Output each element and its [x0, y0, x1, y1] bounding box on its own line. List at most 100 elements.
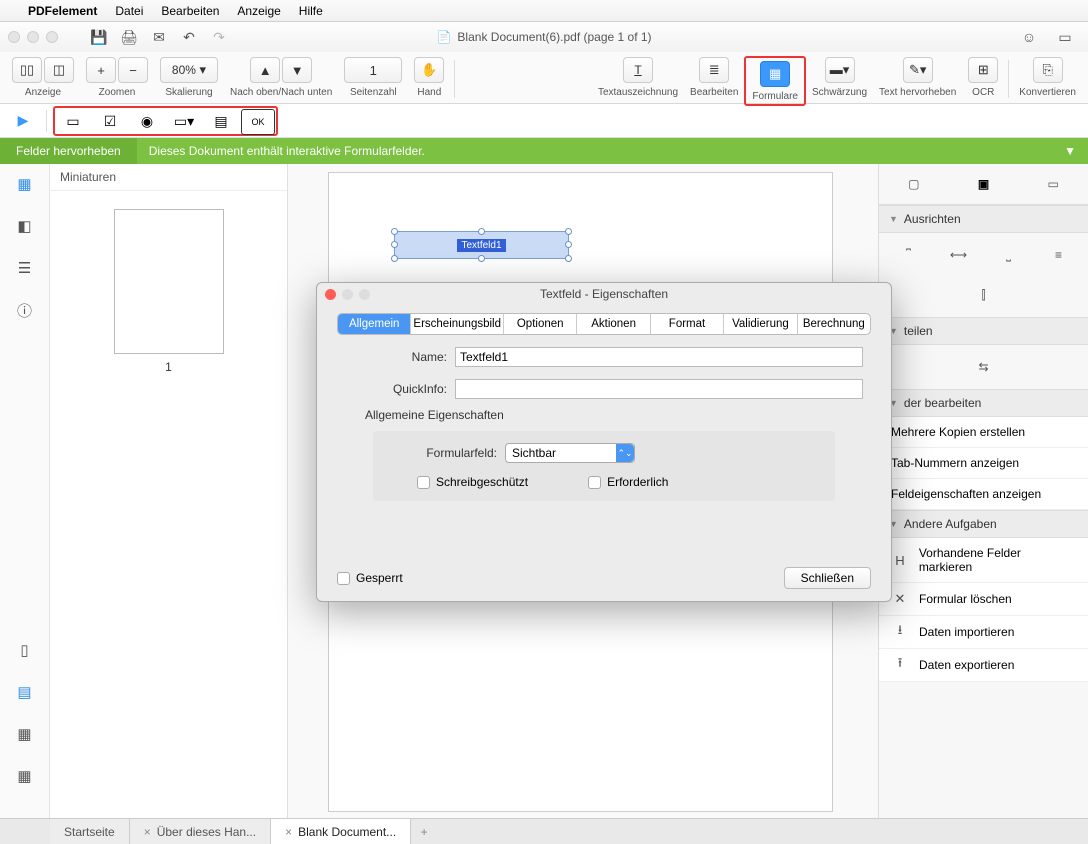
thumbnails-icon[interactable]: ▦ — [15, 174, 35, 194]
item-formular-loeschen[interactable]: ✕Formular löschen — [879, 583, 1088, 616]
view-sidebar-button[interactable]: ◫ — [44, 57, 74, 83]
item-mehrere-kopien[interactable]: Mehrere Kopien erstellen — [879, 417, 1088, 448]
resize-handle[interactable] — [565, 255, 572, 262]
menu-datei[interactable]: Datei — [115, 4, 143, 18]
user-icon[interactable]: ☺ — [1015, 26, 1043, 48]
section-ausrichten[interactable]: ▼Ausrichten — [879, 205, 1088, 233]
tab-aktionen[interactable]: Aktionen — [577, 314, 650, 334]
dialog-titlebar[interactable]: Textfeld - Eigenschaften — [317, 283, 891, 305]
combobox-tool-icon[interactable]: ▭▾ — [167, 109, 201, 135]
label-anzeige: Anzeige — [25, 87, 61, 98]
formularfeld-select[interactable]: Sichtbar ⌃⌄ — [505, 443, 635, 463]
resize-handle[interactable] — [391, 241, 398, 248]
listbox-tool-icon[interactable]: ▤ — [204, 109, 238, 135]
outline-icon[interactable]: ☰ — [15, 258, 35, 278]
resize-handle[interactable] — [478, 228, 485, 235]
view-single-button[interactable]: ▯▯ — [12, 57, 42, 83]
align-bottom-icon[interactable]: ⎵ — [999, 245, 1019, 265]
item-tab-nummern[interactable]: Tab-Nummern anzeigen — [879, 448, 1088, 479]
menu-bearbeiten[interactable]: Bearbeiten — [161, 4, 219, 18]
panel-tab1-icon[interactable]: ▢ — [904, 174, 924, 194]
distribute-icon[interactable]: ⇆ — [974, 357, 994, 377]
dialog-window-controls[interactable] — [325, 289, 370, 300]
undo-icon[interactable]: ↶ — [175, 26, 203, 48]
stamp-icon[interactable]: ▦ — [15, 766, 35, 786]
tab-erscheinungsbild[interactable]: Erscheinungsbild — [411, 314, 504, 334]
mail-icon[interactable]: ✉ — [145, 26, 173, 48]
tab-berechnung[interactable]: Berechnung — [798, 314, 870, 334]
schreibgeschuetzt-checkbox[interactable]: Schreibgeschützt — [417, 475, 528, 489]
text-annotation-button[interactable]: T — [623, 57, 653, 83]
tab-ueber[interactable]: ×Über dieses Han... — [130, 819, 271, 844]
panel-tab3-icon[interactable]: ▭ — [1043, 174, 1063, 194]
align-middle-icon[interactable]: ⟷ — [949, 245, 969, 265]
grid-icon[interactable]: ▦ — [15, 724, 35, 744]
textfield-tool-icon[interactable]: ▭ — [56, 109, 90, 135]
ocr-button[interactable]: ⊞ — [968, 57, 998, 83]
formulare-button[interactable]: ▦ — [760, 61, 790, 87]
highlight-fields-button[interactable]: Felder hervorheben — [0, 138, 137, 164]
close-tab-icon[interactable]: × — [144, 825, 151, 839]
label-bearbeiten: Bearbeiten — [690, 87, 738, 98]
item-daten-importieren[interactable]: ⭳Daten importieren — [879, 616, 1088, 649]
tab-startseite[interactable]: Startseite — [50, 819, 130, 844]
panel-tab2-icon[interactable]: ▣ — [973, 174, 993, 194]
button-tool-icon[interactable]: OK — [241, 109, 275, 135]
redaction-button[interactable]: ▬▾ — [825, 57, 855, 83]
page-up-button[interactable]: ▲ — [250, 57, 280, 83]
item-vorhandene-felder[interactable]: HVorhandene Felder markieren — [879, 538, 1088, 583]
page-thumbnail[interactable] — [114, 209, 224, 354]
redo-icon[interactable]: ↷ — [205, 26, 233, 48]
tab-format[interactable]: Format — [651, 314, 724, 334]
tab-allgemein[interactable]: Allgemein — [338, 314, 411, 334]
tab-blank-document[interactable]: ×Blank Document... — [271, 819, 411, 844]
print-icon[interactable]: 🖨 — [115, 26, 143, 48]
checkbox-tool-icon[interactable]: ☑ — [93, 109, 127, 135]
section-felder[interactable]: ▼der bearbeiten — [879, 389, 1088, 417]
erforderlich-checkbox[interactable]: Erforderlich — [588, 475, 668, 489]
edit-button[interactable]: ≣ — [699, 57, 729, 83]
bookmarks-icon[interactable]: ◧ — [15, 216, 35, 236]
tab-optionen[interactable]: Optionen — [504, 314, 577, 334]
save-icon[interactable]: 💾 — [85, 26, 113, 48]
menu-hilfe[interactable]: Hilfe — [299, 4, 323, 18]
menu-anzeige[interactable]: Anzeige — [237, 4, 280, 18]
page-number-input[interactable]: 1 — [344, 57, 402, 83]
new-tab-button[interactable]: + — [411, 819, 437, 844]
resize-handle[interactable] — [391, 255, 398, 262]
zoom-in-button[interactable]: + — [86, 57, 116, 83]
form-textfield[interactable]: Textfeld1 — [394, 231, 569, 259]
item-feldeigenschaften[interactable]: Feldeigenschaften anzeigen — [879, 479, 1088, 510]
align-center-v-icon[interactable]: ⫿ — [974, 285, 994, 305]
close-tab-icon[interactable]: × — [285, 825, 292, 839]
resize-handle[interactable] — [391, 228, 398, 235]
resize-handle[interactable] — [565, 228, 572, 235]
info-icon[interactable]: ⓘ — [15, 300, 35, 320]
form-panel-icon[interactable]: ▤ — [15, 682, 35, 702]
gesperrt-checkbox[interactable]: Gesperrt — [337, 571, 403, 585]
zoom-out-button[interactable]: − — [118, 57, 148, 83]
section-andere[interactable]: ▼Andere Aufgaben — [879, 510, 1088, 538]
convert-button[interactable]: ⎘ — [1033, 57, 1063, 83]
collapse-bar-icon[interactable]: ▼ — [1052, 144, 1088, 158]
radio-tool-icon[interactable]: ◉ — [130, 109, 164, 135]
tab-validierung[interactable]: Validierung — [724, 314, 797, 334]
page-down-button[interactable]: ▼ — [282, 57, 312, 83]
close-button[interactable]: Schließen — [784, 567, 871, 589]
align-center-h-icon[interactable]: ≡ — [1049, 245, 1069, 265]
attachments-icon[interactable]: ▯ — [15, 640, 35, 660]
name-input[interactable] — [455, 347, 863, 367]
hand-tool-button[interactable]: ✋ — [414, 57, 444, 83]
highlight-button[interactable]: ✎▾ — [903, 57, 933, 83]
app-name[interactable]: PDFelement — [28, 4, 97, 18]
window-controls[interactable] — [8, 31, 58, 43]
device-icon[interactable]: ▭ — [1051, 26, 1079, 48]
quickinfo-input[interactable] — [455, 379, 863, 399]
item-daten-exportieren[interactable]: ⭱Daten exportieren — [879, 649, 1088, 682]
zoom-level-select[interactable]: 80% ▾ — [160, 57, 218, 83]
align-top-icon[interactable]: ⎴ — [899, 245, 919, 265]
resize-handle[interactable] — [478, 255, 485, 262]
resize-handle[interactable] — [565, 241, 572, 248]
pointer-tool-icon[interactable]: ▶ — [6, 108, 40, 134]
section-teilen[interactable]: ▼teilen — [879, 317, 1088, 345]
